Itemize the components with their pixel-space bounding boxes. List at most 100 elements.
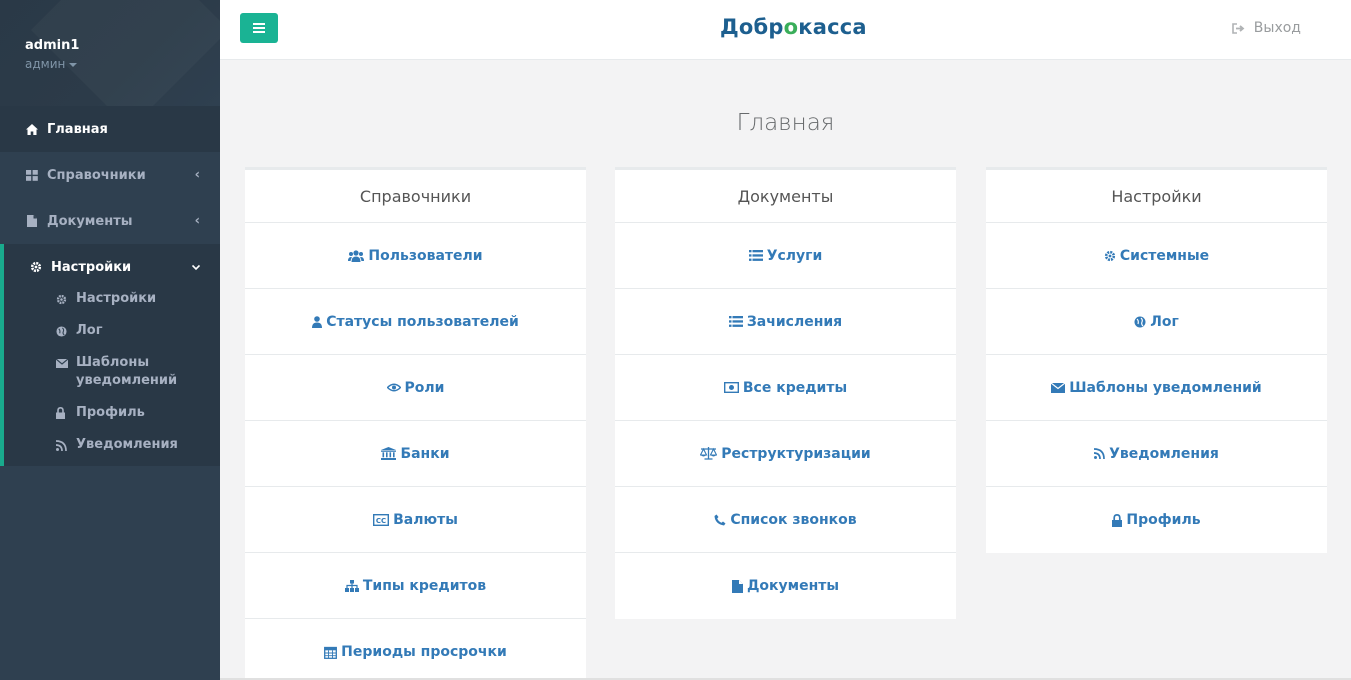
file-icon — [25, 214, 39, 228]
panel-settings: Настройки Системные Лог Шаблоны уведомле… — [986, 167, 1327, 553]
user-icon — [312, 315, 323, 328]
panel-title: Настройки — [986, 170, 1327, 223]
rss-icon — [1094, 448, 1105, 459]
link-label: Валюты — [393, 511, 458, 528]
link-label: Типы кредитов — [362, 577, 487, 594]
link-label: Зачисления — [746, 313, 843, 330]
logout-link[interactable]: Выход — [1231, 20, 1301, 36]
th-large-icon — [25, 168, 39, 182]
globe-icon — [56, 322, 68, 340]
chevron-down-icon — [191, 260, 201, 275]
gear-icon — [56, 290, 68, 308]
chevron-left-icon: ‹ — [194, 213, 200, 229]
submenu-item-label: Профиль — [76, 405, 145, 420]
link-profile[interactable]: Профиль — [986, 487, 1327, 553]
gear-icon — [29, 260, 43, 274]
bars-icon — [253, 23, 265, 33]
link-banks[interactable]: Банки — [245, 421, 586, 487]
sign-out-icon — [1231, 22, 1245, 34]
link-label: Периоды просрочки — [341, 644, 507, 660]
bank-icon — [381, 447, 397, 460]
brand-logo: Доброкасса — [720, 15, 867, 39]
sitemap-icon — [344, 579, 359, 592]
envelope-icon — [56, 354, 68, 372]
sidebar-item-directories[interactable]: Справочники ‹ — [0, 152, 220, 198]
chevron-left-icon: ‹ — [194, 167, 200, 183]
envelope-icon — [1051, 382, 1066, 393]
page-title: Главная — [736, 110, 835, 136]
user-role-dropdown[interactable]: админ — [25, 57, 220, 71]
logo-text-o: о — [783, 15, 799, 39]
sidebar: admin1 админ Главная Справочники ‹ Докум… — [0, 0, 220, 680]
logo-text-right: касса — [798, 15, 867, 39]
link-all-credits[interactable]: Все кредиты — [615, 355, 956, 421]
link-system-settings[interactable]: Системные — [986, 223, 1327, 289]
sidebar-item-label: Настройки — [51, 259, 132, 275]
globe-icon — [1134, 316, 1146, 328]
link-label: Роли — [404, 379, 445, 396]
panel-title: Документы — [615, 170, 956, 223]
caret-down-icon — [69, 62, 78, 67]
link-label: Список звонков — [730, 511, 857, 528]
link-label: Реструктуризации — [721, 445, 871, 462]
eye-icon — [386, 383, 401, 392]
balance-scale-icon — [700, 447, 718, 460]
link-currencies[interactable]: CC Валюты — [245, 487, 586, 553]
link-label: Все кредиты — [742, 379, 848, 396]
sidebar-item-documents[interactable]: Документы ‹ — [0, 198, 220, 244]
calendar-icon — [324, 646, 338, 659]
user-role-label: админ — [25, 57, 66, 71]
submenu-item-profile[interactable]: Профиль — [4, 404, 220, 422]
panel-documents: Документы Услуги Зачисления Все кредиты … — [615, 167, 956, 619]
link-label: Услуги — [766, 247, 823, 264]
sidebar-item-settings[interactable]: Настройки — [4, 244, 220, 290]
link-label: Уведомления — [1109, 445, 1219, 462]
link-label: Профиль — [1126, 512, 1201, 528]
submenu-item-label: Настройки — [76, 291, 157, 306]
link-notification-templates[interactable]: Шаблоны уведомлений — [986, 355, 1327, 421]
link-restructurings[interactable]: Реструктуризации — [615, 421, 956, 487]
top-navbar: Доброкасса Выход — [220, 0, 1351, 60]
sidebar-item-label: Справочники — [47, 167, 146, 183]
submenu-item-log[interactable]: Лог — [4, 322, 220, 340]
user-profile: admin1 админ — [0, 0, 220, 106]
panel-title: Справочники — [245, 170, 586, 223]
link-label: Шаблоны уведомлений — [1069, 379, 1262, 396]
submenu-item-settings[interactable]: Настройки — [4, 290, 220, 308]
submenu-item-label: Лог — [76, 323, 103, 338]
file-icon — [731, 579, 743, 593]
sidebar-item-label: Документы — [47, 213, 133, 229]
link-log[interactable]: Лог — [986, 289, 1327, 355]
link-services[interactable]: Услуги — [615, 223, 956, 289]
svg-text:CC: CC — [376, 517, 386, 525]
link-label: Системные — [1119, 247, 1210, 264]
phone-icon — [714, 514, 726, 526]
link-roles[interactable]: Роли — [245, 355, 586, 421]
gear-icon — [1104, 250, 1116, 262]
submenu-item-notifications[interactable]: Уведомления — [4, 436, 220, 454]
menu-toggle-button[interactable] — [240, 13, 278, 43]
sidebar-item-home[interactable]: Главная — [0, 106, 220, 152]
panel-directories: Справочники Пользователи Статусы пользов… — [245, 167, 586, 680]
cc-icon: CC — [373, 513, 390, 526]
link-deposits[interactable]: Зачисления — [615, 289, 956, 355]
link-user-statuses[interactable]: Статусы пользователей — [245, 289, 586, 355]
submenu-item-templates[interactable]: Шаблоны уведомлений — [4, 354, 220, 390]
link-overdue-periods[interactable]: Периоды просрочки — [245, 619, 586, 680]
link-documents[interactable]: Документы — [615, 553, 956, 619]
link-users[interactable]: Пользователи — [245, 223, 586, 289]
link-call-list[interactable]: Список звонков — [615, 487, 956, 553]
money-icon — [723, 382, 739, 393]
lock-icon — [1112, 513, 1123, 527]
logout-label: Выход — [1253, 20, 1301, 36]
link-label: Пользователи — [368, 247, 483, 264]
username: admin1 — [25, 38, 80, 53]
rss-icon — [56, 436, 68, 454]
logo-text-left: Добр — [720, 15, 784, 39]
list-icon — [728, 316, 743, 327]
lock-icon — [56, 404, 68, 422]
home-icon — [25, 122, 39, 136]
link-notifications[interactable]: Уведомления — [986, 421, 1327, 487]
submenu-item-label: Уведомления — [76, 437, 178, 452]
link-credit-types[interactable]: Типы кредитов — [245, 553, 586, 619]
